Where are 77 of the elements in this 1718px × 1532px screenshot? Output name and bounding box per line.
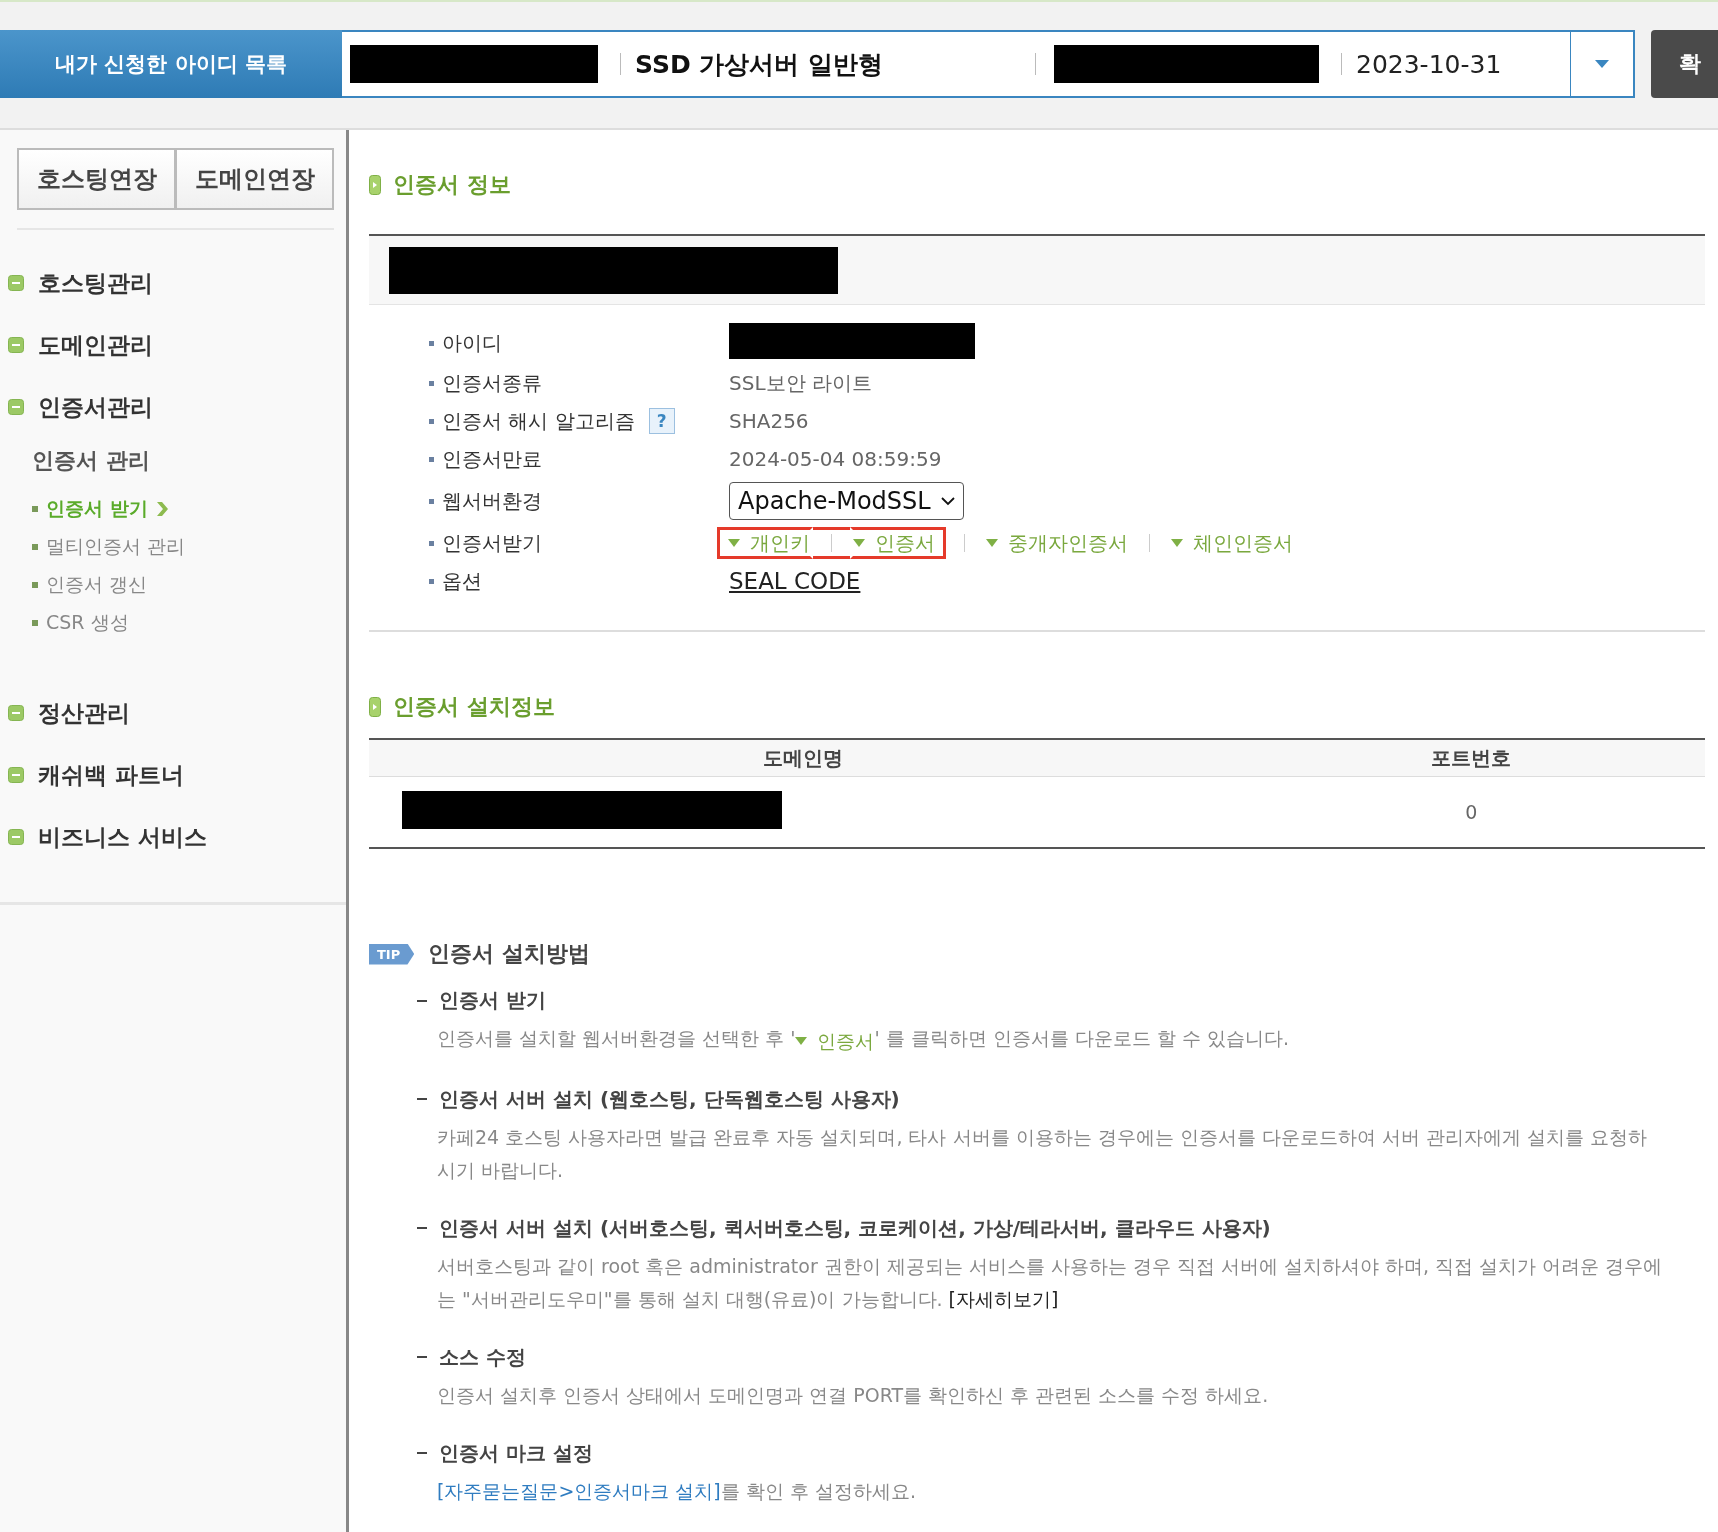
- dash-icon: [417, 999, 427, 1002]
- bullet-icon: [429, 418, 434, 424]
- column-header: 포트번호: [1237, 739, 1705, 777]
- chevron-down-icon: [940, 496, 955, 506]
- tip-description: 서버호스팅과 같이 root 혹은 administrator 권한이 제공되는 서비스를 사용하는 경우 직접 서버에 설치하셔야 하며, 직접 설치가 어려운 경우에는 "서버관리도우미"를 통해 설치 대행(유료)이 가능합니다. [자세히보기]: [437, 1253, 1664, 1312]
- bullet-icon: [429, 380, 434, 386]
- field-value: SHA256: [729, 409, 809, 433]
- bullet-icon: [32, 544, 38, 550]
- field-label: 인증서종류: [442, 369, 542, 397]
- field-label: 인증서만료: [442, 445, 542, 473]
- tip-description: [자주묻는질문>인증서마크 설치]를 확인 후 설정하세요.: [437, 1478, 917, 1504]
- bullet-icon: [32, 506, 38, 512]
- menu-item[interactable]: 도메인관리: [38, 329, 153, 361]
- extend-button[interactable]: 도메인연장: [176, 148, 334, 210]
- bullet-icon: [429, 540, 434, 546]
- menu-item[interactable]: 호스팅관리: [38, 267, 153, 299]
- menu-item[interactable]: 인증서관리: [38, 391, 153, 423]
- menu-item[interactable]: 정산관리: [38, 697, 130, 729]
- bullet-icon: [429, 456, 434, 462]
- tip-description: 인증서 설치후 인증서 상태에서 도메인명과 연결 PORT를 확인하신 후 관련된 소스를 수정 하세요.: [437, 1382, 1270, 1408]
- bullet-icon: [429, 498, 434, 504]
- collapse-icon[interactable]: [8, 337, 24, 353]
- field-label: 옵션: [442, 567, 482, 595]
- tip-item-title: 인증서 서버 설치 (서버호스팅, 퀵서버호스팅, 코로케이션, 가상/테라서버, 클라우드 사용자): [439, 1214, 1271, 1242]
- dash-icon: [417, 1356, 427, 1358]
- collapse-icon[interactable]: [8, 399, 24, 415]
- field-label: 인증서받기: [442, 529, 542, 557]
- expiry-date: 2023-10-31: [1356, 49, 1503, 79]
- bullet-icon: [32, 582, 38, 588]
- tip-description: 인증서를 설치할 웹서버환경을 선택한 후 ' 인증서' 를 클릭하면 인증서를 다운로드 할 수 있습니다.: [437, 1022, 1705, 1058]
- section-marker-icon: [369, 697, 381, 717]
- id-select-field[interactable]: SSD 가상서버 일반형 2023-10-31: [342, 30, 1635, 98]
- id-list-label: 내가 신청한 아이디 목록: [0, 30, 342, 98]
- dash-icon: [417, 1452, 427, 1454]
- tip-item-title: 소스 수정: [439, 1343, 526, 1371]
- tip-description: 카페24 호스팅 사용자라면 발급 완료후 자동 설치되며, 타사 서버를 이용하는 경우에는 인증서를 다운로드하여 서버 관리자에게 설치를 요청하시기 바랍니다.: [437, 1124, 1648, 1183]
- tip-badge: TIP: [369, 943, 415, 965]
- seal-code-link[interactable]: SEAL CODE: [729, 568, 861, 594]
- triangle-down-icon: [1171, 539, 1183, 547]
- submenu-heading: 인증서 관리: [32, 447, 151, 475]
- field-label: 인증서 해시 알고리즘: [442, 407, 635, 435]
- collapse-icon[interactable]: [8, 829, 24, 845]
- chevron-right-icon: [155, 502, 168, 516]
- bullet-icon: [429, 341, 434, 346]
- faq-link[interactable]: [자주묻는질문>인증서마크 설치]: [437, 1479, 721, 1502]
- triangle-down-icon: [795, 1037, 808, 1045]
- bullet-icon: [32, 620, 38, 626]
- collapse-icon[interactable]: [8, 705, 24, 721]
- table-cell: 0: [1237, 776, 1705, 848]
- triangle-down-icon: [986, 539, 998, 547]
- column-header: 도메인명: [369, 739, 1238, 777]
- field-value: SSL보안 라이트: [729, 370, 872, 395]
- field-label: 웹서버환경: [442, 487, 542, 515]
- section-marker-icon: [369, 175, 381, 195]
- tip-item-title: 인증서 마크 설정: [439, 1439, 593, 1467]
- extend-button[interactable]: 호스팅연장: [17, 148, 176, 210]
- section-title: 인증서 설치정보: [393, 693, 555, 721]
- menu-item[interactable]: 캐쉬백 파트너: [38, 759, 184, 791]
- dash-icon: [417, 1227, 427, 1229]
- dropdown-caret-icon[interactable]: [1595, 60, 1609, 68]
- section-title: 인증서 정보: [393, 171, 511, 199]
- web-server-select[interactable]: Apache-ModSSL: [729, 482, 964, 520]
- triangle-down-icon: [728, 539, 740, 547]
- collapse-icon[interactable]: [8, 767, 24, 783]
- field-value: 2024-05-04 08:59:59: [729, 447, 942, 471]
- triangle-down-icon: [853, 539, 865, 547]
- menu-item[interactable]: 비즈니스 서비스: [38, 821, 207, 853]
- bullet-icon: [429, 578, 434, 584]
- product-name: SSD 가상서버 일반형: [635, 48, 885, 81]
- tip-item-title: 인증서 서버 설치 (웹호스팅, 단독웹호스팅 사용자): [439, 1085, 900, 1113]
- tip-item-title: 인증서 받기: [439, 987, 546, 1014]
- dash-icon: [417, 1098, 427, 1100]
- confirm-button[interactable]: 확: [1651, 30, 1718, 98]
- field-label: 아이디: [442, 330, 502, 357]
- details-link[interactable]: [자세히보기]: [948, 1287, 1059, 1310]
- collapse-icon[interactable]: [8, 275, 24, 291]
- tip-title: 인증서 설치방법: [428, 940, 590, 968]
